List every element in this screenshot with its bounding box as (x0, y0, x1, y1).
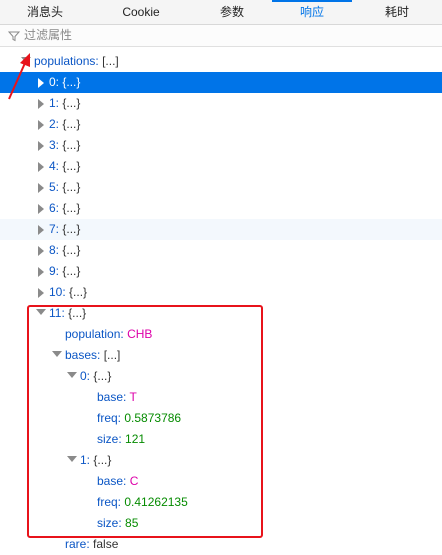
tab-timings[interactable]: 耗时 (352, 0, 442, 24)
tree-row[interactable]: 3: {...} (0, 135, 442, 156)
tree-value: false (93, 537, 119, 551)
tree-value: [...] (102, 54, 119, 68)
filter-icon (8, 31, 20, 42)
expand-down-icon[interactable] (67, 366, 77, 387)
tree-row[interactable]: 8: {...} (0, 240, 442, 261)
tree-value: {...} (62, 222, 81, 236)
tree-value: {...} (68, 306, 87, 320)
tree-key: 8: (49, 243, 60, 257)
tree-value: CHB (127, 327, 153, 341)
tree-key: 0: (49, 75, 60, 89)
tree-key: 4: (49, 159, 60, 173)
tree-key: 1: (49, 96, 60, 110)
tree-value: {...} (69, 285, 88, 299)
expand-down-icon[interactable] (21, 51, 31, 72)
tree-row[interactable]: 6: {...} (0, 198, 442, 219)
tree-value: {...} (62, 180, 81, 194)
tree-value: {...} (62, 138, 81, 152)
tree-row[interactable]: 0: {...} (0, 72, 442, 93)
tree-key: 7: (49, 222, 60, 236)
filter-bar (0, 25, 442, 47)
tree-value: {...} (93, 369, 112, 383)
tree-value: {...} (62, 201, 81, 215)
tree-key: 2: (49, 117, 60, 131)
tree-value: {...} (62, 264, 81, 278)
tree-value: {...} (93, 453, 112, 467)
tab-params[interactable]: 参数 (192, 0, 272, 24)
tree-key: 1: (80, 453, 91, 467)
tree-row-bases[interactable]: bases: [...] (0, 345, 442, 366)
tree-row-11[interactable]: 11: {...} (0, 303, 442, 324)
tree-row-population[interactable]: population: CHB (0, 324, 442, 345)
tree-key: size: (97, 516, 122, 530)
tree-key: 0: (80, 369, 91, 383)
tree-value: C (129, 474, 139, 488)
tree-row-freq[interactable]: freq: 0.5873786 (0, 408, 442, 429)
expand-down-icon[interactable] (67, 450, 77, 471)
tree-value: T (129, 390, 137, 404)
tree-row-size[interactable]: size: 85 (0, 513, 442, 534)
tree-value: {...} (62, 117, 81, 131)
tree-row-base[interactable]: base: T (0, 387, 442, 408)
tree-key: base: (97, 390, 127, 404)
tree-value: 121 (125, 432, 146, 446)
tree-row-freq[interactable]: freq: 0.41262135 (0, 492, 442, 513)
panel-tabs: 消息头 Cookie 参数 响应 耗时 (0, 0, 442, 25)
filter-input[interactable] (24, 26, 424, 44)
tree-row[interactable]: 2: {...} (0, 114, 442, 135)
tree-row-populations[interactable]: populations: [...] (0, 51, 442, 72)
tree-key: 3: (49, 138, 60, 152)
tree-row[interactable]: 1: {...} (0, 93, 442, 114)
tree-row-bases-1[interactable]: 1: {...} (0, 450, 442, 471)
tree-key: freq: (97, 495, 122, 509)
tree-row[interactable]: 5: {...} (0, 177, 442, 198)
expand-right-icon[interactable] (38, 261, 48, 282)
tab-response[interactable]: 响应 (272, 0, 352, 24)
expand-right-icon[interactable] (38, 198, 48, 219)
expand-down-icon[interactable] (52, 345, 62, 366)
tree-key: freq: (97, 411, 122, 425)
tree-value: [...] (103, 348, 121, 362)
tree-row[interactable]: 4: {...} (0, 156, 442, 177)
tree-key: 5: (49, 180, 60, 194)
expand-down-icon[interactable] (36, 303, 46, 324)
tree-value: {...} (62, 96, 81, 110)
tree-key: population: (65, 327, 124, 341)
tree-value: 85 (125, 516, 139, 530)
expand-right-icon[interactable] (38, 135, 48, 156)
tree-key: base: (97, 474, 127, 488)
tree-row-bases-0[interactable]: 0: {...} (0, 366, 442, 387)
expand-right-icon[interactable] (38, 219, 48, 240)
tree-key: 6: (49, 201, 60, 215)
tree-row[interactable]: 7: {...} (0, 219, 442, 240)
tree-row[interactable]: 9: {...} (0, 261, 442, 282)
tree-row-size[interactable]: size: 121 (0, 429, 442, 450)
tree-key: bases: (65, 348, 101, 362)
expand-right-icon[interactable] (38, 114, 48, 135)
expand-right-icon[interactable] (38, 72, 48, 93)
tree-row[interactable]: 10: {...} (0, 282, 442, 303)
tree-value: 0.41262135 (124, 495, 188, 509)
tree-row-base[interactable]: base: C (0, 471, 442, 492)
tree-key: 10: (49, 285, 66, 299)
tab-cookie[interactable]: Cookie (90, 0, 192, 24)
tree-value: {...} (62, 159, 81, 173)
expand-right-icon[interactable] (38, 156, 48, 177)
expand-right-icon[interactable] (38, 282, 48, 303)
tree-value: {...} (62, 243, 81, 257)
expand-right-icon[interactable] (38, 177, 48, 198)
tree-value: {...} (62, 75, 81, 89)
tree-value: 0.5873786 (124, 411, 182, 425)
tab-headers[interactable]: 消息头 (0, 0, 90, 24)
tree-key: 9: (49, 264, 60, 278)
tree-key: populations: (34, 54, 99, 68)
tree-key: rare: (65, 537, 90, 551)
expand-right-icon[interactable] (38, 93, 48, 114)
tree-row-rare[interactable]: rare: false (0, 534, 442, 555)
tree-key: size: (97, 432, 122, 446)
expand-right-icon[interactable] (38, 240, 48, 261)
tree-key: 11: (49, 306, 65, 320)
